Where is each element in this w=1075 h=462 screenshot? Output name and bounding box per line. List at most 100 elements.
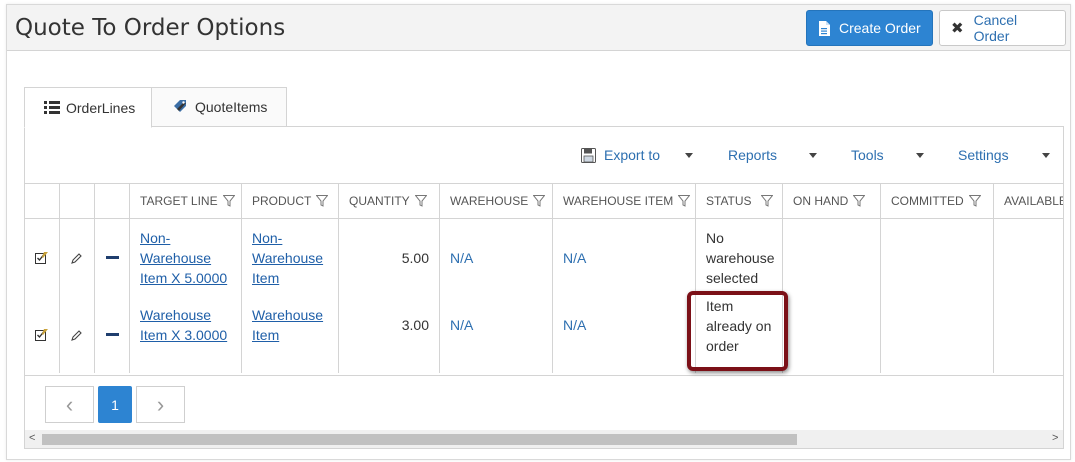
filter-icon[interactable] [222, 195, 235, 207]
cancel-order-label: Cancel Order [973, 12, 1018, 44]
header-target-line[interactable]: TARGET LINE [130, 184, 242, 218]
orderlines-panel: Export to Reports Tools Settings TARGET … [24, 126, 1064, 449]
cell-quantity: 3.00 [339, 296, 440, 373]
status-text: warehouse [706, 250, 775, 266]
pencil-icon[interactable] [60, 219, 95, 296]
export-caret-icon[interactable] [685, 153, 693, 158]
header-available-label: AVAILABLE [1004, 194, 1064, 208]
cell-target-line[interactable]: Warehouse Item X 3.0000 [130, 296, 242, 373]
cell-available [994, 219, 1063, 296]
cell-warehouse[interactable]: N/A [440, 219, 553, 296]
create-order-label: Create Order [839, 20, 921, 36]
filter-icon[interactable] [316, 195, 329, 207]
list-icon [44, 101, 60, 114]
tags-icon [173, 100, 189, 114]
target-line-link[interactable]: Warehouse [140, 305, 241, 325]
settings-button[interactable]: Settings [958, 147, 1009, 163]
header-blank-1 [25, 184, 60, 218]
cell-on-hand [783, 296, 881, 373]
header-warehouse-label: WAREHOUSE [450, 194, 529, 208]
reports-button[interactable]: Reports [728, 147, 777, 163]
tools-caret-icon[interactable] [916, 153, 924, 158]
product-link[interactable]: Item [252, 325, 338, 345]
pencil-icon[interactable] [60, 296, 95, 373]
export-to-button[interactable]: Export to [581, 147, 660, 163]
cell-product[interactable]: Non- Warehouse Item [242, 219, 339, 296]
remove-line-icon[interactable] [95, 296, 130, 373]
target-line-link[interactable]: Item X 5.0000 [140, 268, 241, 288]
header-quantity-label: QUANTITY [349, 194, 410, 208]
cell-quantity: 5.00 [339, 219, 440, 296]
filter-icon[interactable] [853, 195, 866, 207]
tab-quoteitems[interactable]: QuoteItems [151, 87, 287, 127]
status-text: No [706, 230, 724, 246]
filter-icon[interactable] [968, 195, 981, 207]
header-warehouse[interactable]: WAREHOUSE [440, 184, 553, 218]
header-blank-2 [60, 184, 95, 218]
filter-icon[interactable] [414, 195, 427, 207]
table-row: Warehouse Item X 3.0000 Warehouse Item 3… [25, 296, 1063, 373]
cancel-order-button[interactable]: ✖ Cancel Order [939, 10, 1066, 46]
cell-committed [881, 296, 994, 373]
settings-caret-icon[interactable] [1042, 153, 1050, 158]
cell-warehouse-item[interactable]: N/A [553, 219, 696, 296]
target-line-link[interactable]: Non- [140, 228, 241, 248]
header-status[interactable]: STATUS [696, 184, 783, 218]
header-committed-label: COMMITTED [891, 194, 964, 208]
target-line-link[interactable]: Item X 3.0000 [140, 325, 241, 345]
header-status-label: STATUS [706, 194, 752, 208]
edit-checklist-icon[interactable] [25, 219, 60, 296]
product-link[interactable]: Non- [252, 228, 338, 248]
edit-checklist-icon[interactable] [25, 296, 60, 373]
cell-committed [881, 219, 994, 296]
reports-label: Reports [728, 147, 778, 163]
header-blank-3 [95, 184, 130, 218]
dialog-title: Quote To Order Options [15, 15, 286, 41]
page-1-button[interactable]: 1 [98, 386, 132, 423]
cell-product[interactable]: Warehouse Item [242, 296, 339, 373]
quote-to-order-dialog: Quote To Order Options Create Order ✖ Ca… [6, 4, 1071, 460]
pager: ‹ 1 › [25, 375, 1063, 427]
tools-label: Tools [851, 147, 884, 163]
filter-icon[interactable] [760, 195, 773, 207]
tools-button[interactable]: Tools [851, 147, 884, 163]
document-icon [818, 20, 830, 36]
scroll-thumb[interactable] [42, 434, 797, 445]
header-available[interactable]: AVAILABLE [994, 184, 1064, 218]
header-product[interactable]: PRODUCT [242, 184, 339, 218]
target-line-link[interactable]: Warehouse [140, 248, 241, 268]
cell-target-line[interactable]: Non- Warehouse Item X 5.0000 [130, 219, 242, 296]
tab-orderlines[interactable]: OrderLines [24, 87, 152, 128]
filter-icon[interactable] [678, 195, 691, 207]
horizontal-scrollbar[interactable]: < > [25, 430, 1063, 448]
header-on-hand-label: ON HAND [793, 194, 849, 208]
export-to-label: Export to [604, 147, 661, 163]
header-warehouse-item-label: WAREHOUSE ITEM [563, 194, 674, 208]
cell-warehouse-item[interactable]: N/A [553, 296, 696, 373]
next-page-button[interactable]: › [136, 386, 185, 423]
cell-warehouse[interactable]: N/A [440, 296, 553, 373]
grid-toolbar: Export to Reports Tools Settings [25, 127, 1063, 183]
product-link[interactable]: Warehouse [252, 248, 338, 268]
filter-icon[interactable] [533, 195, 546, 207]
header-quantity[interactable]: QUANTITY [339, 184, 440, 218]
reports-caret-icon[interactable] [809, 153, 817, 158]
close-icon: ✖ [951, 20, 964, 37]
cell-status: No warehouse selected [696, 219, 783, 296]
scroll-right-icon[interactable]: > [1052, 432, 1058, 444]
header-on-hand[interactable]: ON HAND [783, 184, 881, 218]
grid-header: TARGET LINE PRODUCT QUANTITY WAREHOUSE W… [25, 183, 1063, 219]
header-warehouse-item[interactable]: WAREHOUSE ITEM [553, 184, 696, 218]
header-target-line-label: TARGET LINE [140, 194, 218, 208]
create-order-button[interactable]: Create Order [806, 10, 933, 46]
remove-line-icon[interactable] [95, 219, 130, 296]
status-highlight-callout [687, 291, 788, 371]
product-link[interactable]: Warehouse [252, 305, 338, 325]
prev-page-button[interactable]: ‹ [45, 386, 94, 423]
header-committed[interactable]: COMMITTED [881, 184, 994, 218]
cell-on-hand [783, 219, 881, 296]
product-link[interactable]: Item [252, 268, 338, 288]
cell-available [994, 296, 1063, 373]
tab-orderlines-label: OrderLines [66, 99, 136, 116]
scroll-left-icon[interactable]: < [29, 432, 35, 444]
